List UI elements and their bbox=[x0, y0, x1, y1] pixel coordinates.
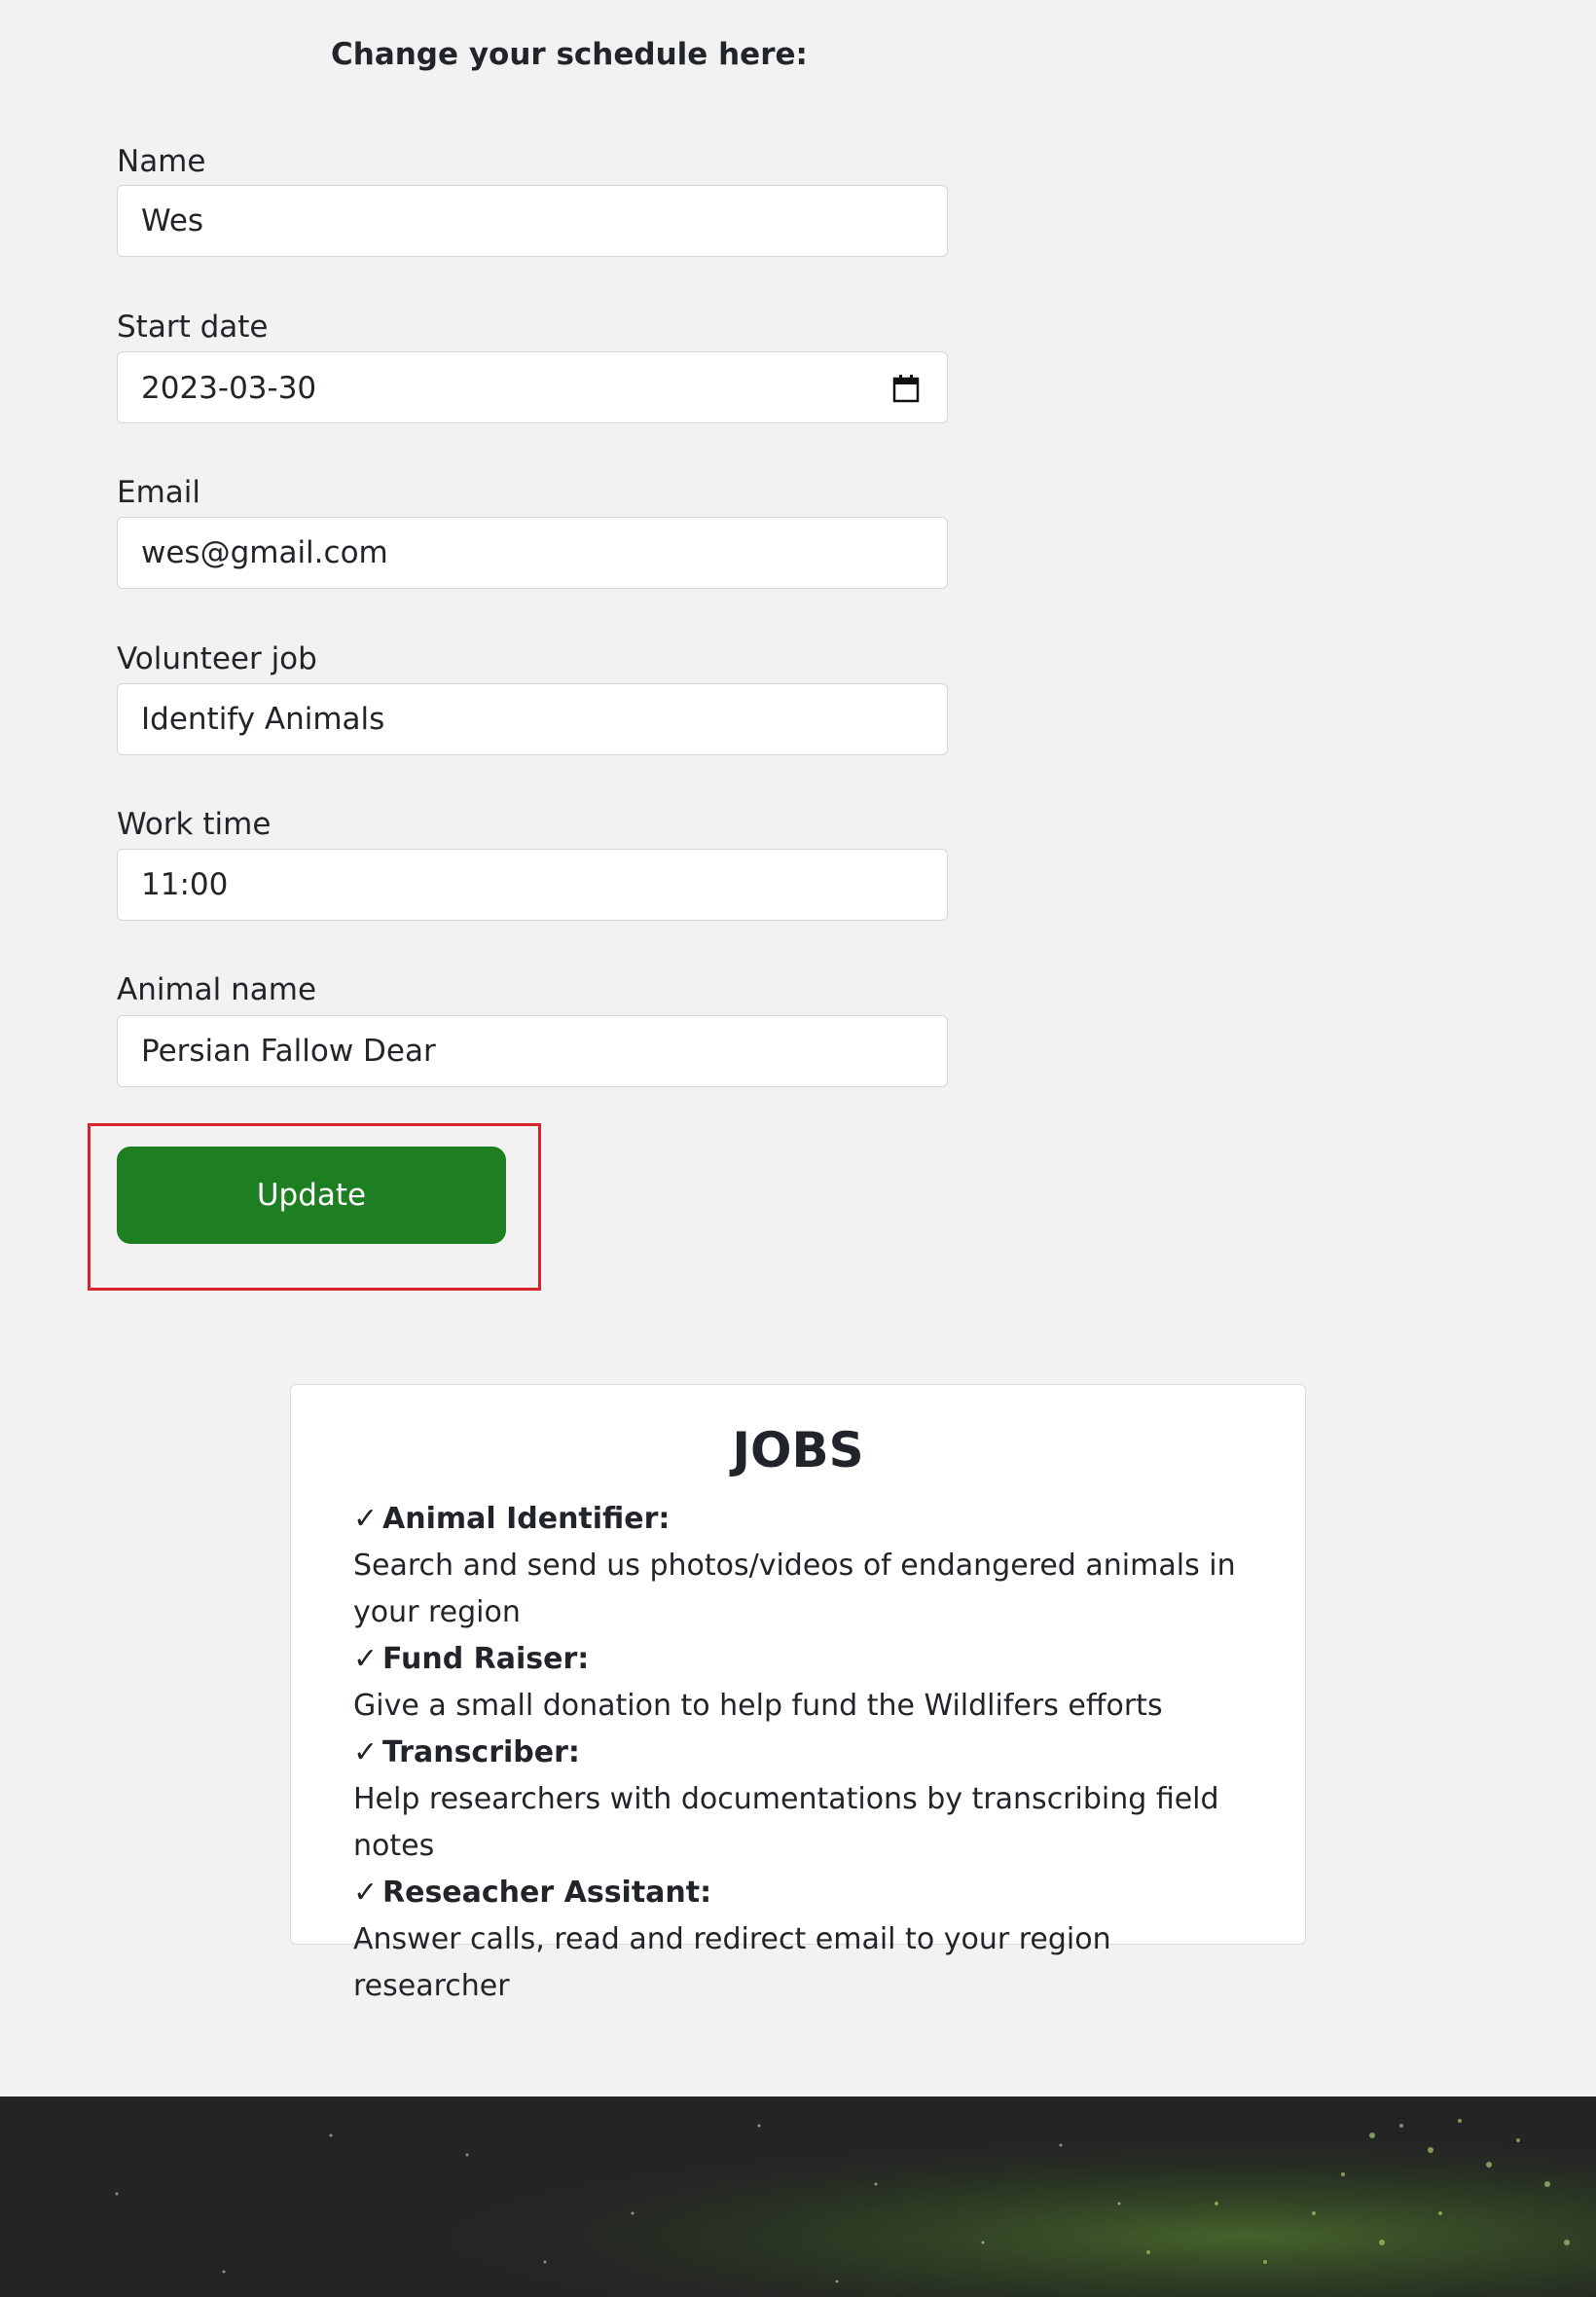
job-item: ✓ Transcriber: Help researchers with docu… bbox=[353, 1730, 1268, 1870]
job-item: ✓ Reseacher Assitant: Answer calls, read … bbox=[353, 1870, 1268, 2010]
start-date-input[interactable]: 2023-03-30 bbox=[117, 351, 948, 423]
start-date-value: 2023-03-30 bbox=[141, 371, 317, 406]
volunteer-job-input[interactable] bbox=[117, 683, 948, 755]
footer-forest-image bbox=[0, 2096, 1596, 2297]
job-title: Fund Raiser: bbox=[382, 1642, 590, 1676]
job-title: Reseacher Assitant: bbox=[382, 1876, 712, 1910]
check-icon: ✓ bbox=[353, 1502, 379, 1536]
job-description: Give a small donation to help fund the W… bbox=[353, 1689, 1163, 1723]
start-date-label: Start date bbox=[117, 310, 269, 345]
job-description: Answer calls, read and redirect email to… bbox=[353, 1922, 1111, 2003]
animal-name-input[interactable] bbox=[117, 1015, 948, 1087]
jobs-title: JOBS bbox=[732, 1422, 864, 1478]
animal-name-label: Animal name bbox=[117, 972, 317, 1007]
job-title: Transcriber: bbox=[382, 1735, 580, 1769]
volunteer-job-label: Volunteer job bbox=[117, 641, 317, 676]
work-time-input[interactable] bbox=[117, 849, 948, 921]
work-time-label: Work time bbox=[117, 807, 272, 842]
form-heading: Change your schedule here: bbox=[331, 37, 808, 72]
job-description: Help researchers with documentations by … bbox=[353, 1782, 1219, 1863]
footer-foliage-graphic bbox=[0, 2096, 1596, 2297]
check-icon: ✓ bbox=[353, 1876, 379, 1910]
jobs-card: JOBS ✓ Animal Identifier: Search and send… bbox=[290, 1384, 1306, 2003]
jobs-list: ✓ Animal Identifier: Search and send us p… bbox=[353, 1496, 1268, 2010]
update-button[interactable]: Update bbox=[117, 1147, 506, 1244]
check-icon: ✓ bbox=[353, 1642, 379, 1676]
job-item: ✓ Fund Raiser: Give a small donation to h… bbox=[353, 1636, 1268, 1730]
job-description: Search and send us photos/videos of enda… bbox=[353, 1549, 1236, 1629]
name-input[interactable] bbox=[117, 185, 948, 257]
calendar-icon[interactable] bbox=[892, 374, 920, 403]
job-title: Animal Identifier: bbox=[382, 1502, 671, 1536]
job-item: ✓ Animal Identifier: Search and send us p… bbox=[353, 1496, 1268, 1636]
email-input[interactable] bbox=[117, 517, 948, 589]
name-label: Name bbox=[117, 144, 206, 179]
email-label: Email bbox=[117, 475, 201, 510]
page: Change your schedule here: Name Start da… bbox=[0, 0, 1596, 2297]
check-icon: ✓ bbox=[353, 1735, 379, 1769]
